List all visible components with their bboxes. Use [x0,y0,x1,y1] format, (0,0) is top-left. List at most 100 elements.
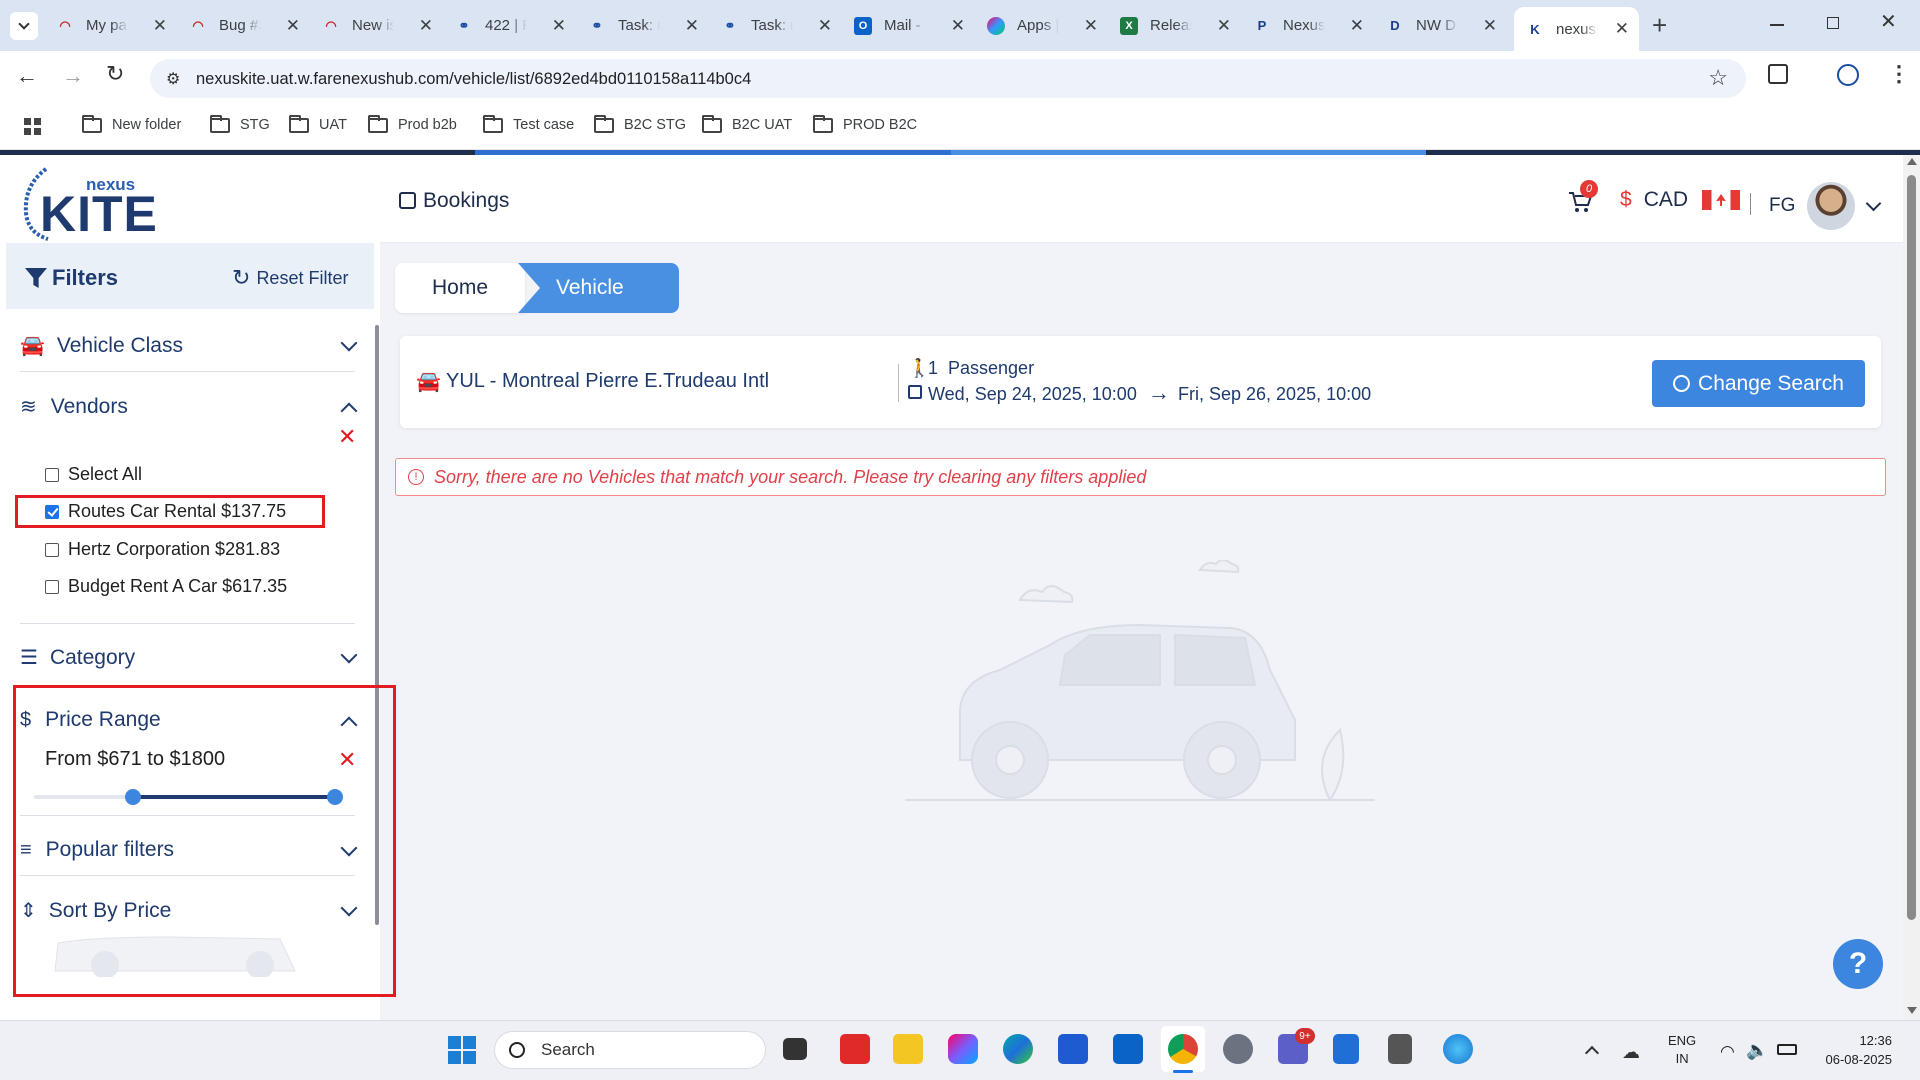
browser-tab[interactable]: ⚭ Task: n ✕ [709,8,842,43]
help-button[interactable]: ? [1833,939,1883,989]
site-info-icon[interactable]: ⚙ [166,69,180,89]
filter-popular[interactable]: ≡ Popular filters [20,838,358,862]
filter-sort-by-price[interactable]: ⇕ Sort By Price [20,898,358,923]
close-tab-icon[interactable]: ✕ [951,16,965,36]
store-icon[interactable] [1058,1034,1088,1064]
checkbox[interactable] [45,467,59,482]
clear-vendors-icon[interactable]: ✕ [338,426,356,448]
browser-tab[interactable]: ◠ Bug #3 ✕ [177,8,310,43]
filter-vendors[interactable]: ≋ Vendors [20,394,358,420]
close-tab-icon[interactable]: ✕ [1084,16,1098,36]
notepad-icon[interactable] [1333,1034,1359,1064]
avatar [1807,182,1856,230]
browser-tab[interactable]: X Releas ✕ [1108,8,1241,43]
url-text[interactable]: nexuskite.uat.w.farenexushub.com/vehicle… [196,70,751,89]
minimize-button[interactable] [1770,24,1784,26]
close-tab-icon[interactable]: ✕ [1615,19,1629,39]
user-menu[interactable]: FG [1769,182,1882,230]
new-tab-button[interactable]: + [1652,10,1667,41]
settings-icon[interactable] [1223,1034,1253,1064]
apps-grid-icon[interactable] [24,118,41,135]
extensions-icon[interactable] [1768,64,1788,84]
bookmark-folder[interactable]: PROD B2C [813,114,917,133]
cart-button[interactable]: 0 [1567,180,1598,215]
close-tab-icon[interactable]: ✕ [552,16,566,36]
outlook-icon[interactable] [1113,1034,1143,1064]
globe-app-icon[interactable] [1443,1034,1473,1064]
browser-tab[interactable]: ⚭ 422 | F ✕ [443,8,576,43]
scroll-thumb[interactable] [1907,175,1916,920]
back-arrow-icon[interactable]: ← [16,63,38,89]
wps-icon[interactable] [840,1034,870,1064]
highlight-annotation [15,495,325,528]
menu-kebab-icon[interactable]: ⋮ [1888,61,1910,87]
filter-vehicle-class[interactable]: 🚘 Vehicle Class [20,333,358,358]
copilot-icon[interactable] [948,1034,978,1064]
battery-icon[interactable] [1777,1044,1797,1055]
vendor-option[interactable]: Hertz Corporation $281.83 [45,539,280,560]
bookmark-folder[interactable]: New folder [82,114,181,133]
vendor-option[interactable]: Budget Rent A Car $617.35 [45,576,287,597]
close-tab-icon[interactable]: ✕ [1483,16,1497,36]
close-tab-icon[interactable]: ✕ [286,16,300,36]
browser-tab[interactable]: ◠ New is ✕ [310,8,443,43]
profile-icon[interactable] [1837,64,1859,86]
cloud-off-icon[interactable]: ☁ [1622,1042,1640,1063]
edge-icon[interactable] [1003,1034,1033,1064]
breadcrumb-current-label: Vehicle [556,276,624,299]
browser-tab[interactable]: ⚭ Task: n ✕ [576,8,709,43]
checkbox[interactable] [45,579,59,594]
calculator-icon[interactable] [1388,1034,1412,1064]
file-explorer-icon[interactable] [893,1034,923,1064]
bookmark-label: B2C UAT [732,117,793,133]
checkbox[interactable] [45,542,59,557]
tab-search-button[interactable] [10,12,38,40]
taskbar-search[interactable]: Search [494,1031,766,1069]
tab-title: 422 | F [485,17,527,34]
close-tab-icon[interactable]: ✕ [1217,16,1231,36]
change-search-button[interactable]: Change Search [1652,360,1865,407]
bookmark-folder[interactable]: STG [210,114,270,133]
folder-icon [483,114,503,133]
bookmark-folder[interactable]: B2C UAT [702,114,793,133]
browser-tab[interactable]: O Mail - ✕ [842,8,975,43]
bookmark-folder[interactable]: Test case [483,114,574,133]
filter-category[interactable]: ☰ Category [20,645,358,670]
close-tab-icon[interactable]: ✕ [1350,16,1364,36]
page-scrollbar[interactable] [1903,155,1920,1020]
browser-tab[interactable]: ◠ My pa ✕ [44,8,177,43]
clock[interactable]: 12:36 06-08-2025 [1812,1031,1893,1069]
breadcrumb-home[interactable]: Home [395,263,525,313]
reset-filter-button[interactable]: ↻ Reset Filter [232,265,348,291]
bookmark-folder[interactable]: Prod b2b [368,114,457,133]
forward-arrow-icon[interactable]: → [62,63,84,89]
scroll-up-arrow-icon[interactable] [1907,158,1917,165]
currency-selector[interactable]: $ CAD [1620,188,1741,212]
browser-tab-active[interactable]: K nexusk ✕ [1514,7,1639,51]
language-indicator[interactable]: ENG IN [1668,1032,1696,1068]
volume-icon[interactable]: 🔈 [1746,1040,1768,1061]
browser-tab[interactable]: Apps | ✕ [975,8,1108,43]
chevron-down-icon [340,646,358,664]
close-tab-icon[interactable]: ✕ [419,16,433,36]
bookmark-folder[interactable]: B2C STG [594,114,686,133]
scroll-down-arrow-icon[interactable] [1907,1007,1917,1014]
windows-start-icon[interactable] [448,1036,476,1064]
browser-tab[interactable]: D NW D ✕ [1374,8,1507,43]
browser-tab[interactable]: P Nexus ✕ [1241,8,1374,43]
chevron-down-icon [1866,195,1882,211]
vendor-select-all[interactable]: Select All [45,464,142,485]
bookmark-folder[interactable]: UAT [289,114,347,133]
restore-button[interactable] [1827,17,1839,29]
chrome-icon[interactable] [1168,1034,1198,1064]
reload-icon[interactable]: ↻ [106,61,124,87]
close-tab-icon[interactable]: ✕ [153,16,167,36]
omnibox[interactable]: ⚙ nexuskite.uat.w.farenexushub.com/vehic… [150,59,1746,98]
close-tab-icon[interactable]: ✕ [818,16,832,36]
filter-label: Category [49,645,136,669]
close-tab-icon[interactable]: ✕ [685,16,699,36]
bookmark-star-icon[interactable]: ☆ [1708,65,1728,91]
close-window-button[interactable]: ✕ [1880,9,1897,34]
taskview-icon[interactable] [783,1038,807,1060]
wifi-icon[interactable]: ◠ [1720,1042,1735,1062]
